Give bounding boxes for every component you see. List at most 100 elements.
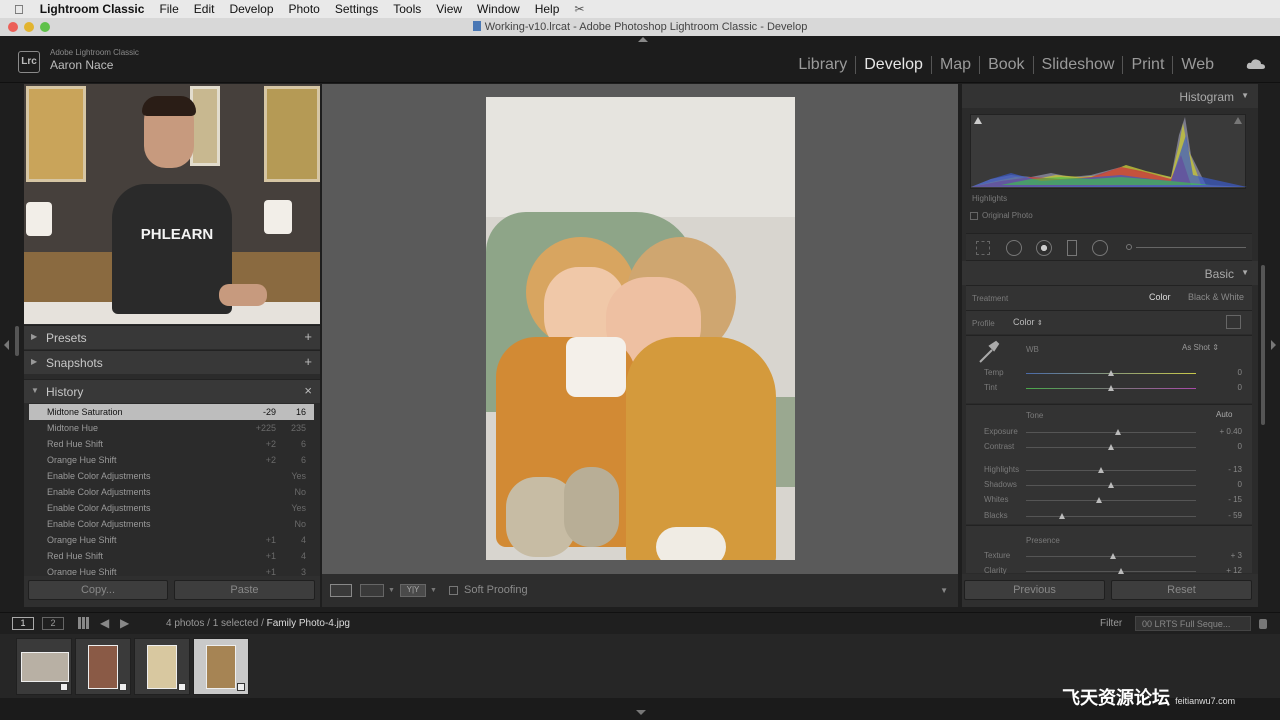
profile-dropdown[interactable]: Color ⇕ [1013,317,1043,327]
main-photo[interactable] [486,97,795,560]
menu-window[interactable]: Window [477,2,520,16]
history-step[interactable]: Red Hue Shift +2 6 [29,436,314,452]
history-step-delta: +2 [265,439,276,449]
module-library[interactable]: Library [790,56,855,74]
toolbar-options-icon[interactable]: ▼ [940,586,948,595]
module-map[interactable]: Map [930,56,979,74]
collapse-left-panel-icon[interactable] [4,340,9,350]
graduated-filter-icon[interactable] [1067,240,1077,256]
filmstrip-thumb-2[interactable] [75,638,131,695]
basic-header[interactable]: Basic ▼ [962,261,1258,285]
filmstrip-thumb-3[interactable] [134,638,190,695]
collapse-history-icon[interactable]: ▼ [31,386,39,395]
module-print[interactable]: Print [1122,56,1172,74]
menu-settings[interactable]: Settings [335,2,378,16]
red-eye-icon[interactable] [1036,240,1052,256]
add-snapshot-icon[interactable]: + [304,354,312,369]
soft-proofing-checkbox[interactable] [449,586,458,595]
clear-history-icon[interactable]: × [304,383,312,398]
histogram-collapse-icon[interactable]: ▼ [1241,91,1249,100]
brush-icon[interactable] [1126,244,1132,250]
history-step[interactable]: Enable Color Adjustments Yes [29,468,314,484]
yy-view-icon[interactable]: Y|Y [400,584,426,597]
collapse-filmstrip-icon[interactable] [636,710,646,715]
treatment-bw-option[interactable]: Black & White [1188,292,1244,302]
menu-file[interactable]: File [159,2,178,16]
history-step[interactable]: Orange Hue Shift +2 6 [29,452,314,468]
presets-header[interactable]: ▶ Presets + [24,325,320,349]
crop-tool-icon[interactable] [976,241,990,255]
filter-lock-icon[interactable] [1259,619,1267,629]
collapse-right-panel-icon[interactable] [1271,340,1276,350]
back-arrow-icon[interactable]: ◀ [100,616,109,630]
spot-removal-icon[interactable] [1006,240,1022,256]
profile-browser-icon[interactable] [1226,315,1241,329]
scissors-icon[interactable]: ✂ [574,2,584,16]
histogram-header[interactable]: Histogram ▼ [962,84,1258,108]
left-scrollbar[interactable] [15,326,19,356]
apple-icon[interactable]:  [14,2,24,17]
right-panel: Histogram ▼ Highlights Original Photo Ba… [962,84,1258,607]
treatment-color-option[interactable]: Color [1149,292,1171,302]
thumb-image-4 [206,645,236,689]
tone-auto-button[interactable]: Auto [1216,410,1232,419]
histogram[interactable] [970,114,1247,189]
menu-help[interactable]: Help [535,2,560,16]
highlight-clipping-icon[interactable] [1234,117,1242,124]
radial-filter-icon[interactable] [1092,240,1108,256]
module-web[interactable]: Web [1172,56,1222,74]
image-canvas[interactable] [322,84,958,574]
before-after-icon[interactable] [360,584,384,597]
paste-button[interactable]: Paste [174,580,315,600]
previous-button[interactable]: Previous [964,580,1105,600]
add-preset-icon[interactable]: + [304,329,312,344]
module-develop[interactable]: Develop [855,56,931,74]
filmstrip-thumb-4[interactable] [193,638,249,695]
wb-eyedropper-icon[interactable] [976,340,1000,364]
history-step[interactable]: Enable Color Adjustments No [29,516,314,532]
history-step[interactable]: Midtone Saturation -29 16 [29,404,314,420]
basic-collapse-icon[interactable]: ▼ [1241,268,1249,277]
expand-presets-icon[interactable]: ▶ [31,332,37,341]
shadow-clipping-icon[interactable] [974,117,982,124]
history-step-name: Enable Color Adjustments [47,503,151,513]
forward-arrow-icon[interactable]: ▶ [120,616,129,630]
main-window-button[interactable]: 1 [12,617,34,630]
expand-snapshots-icon[interactable]: ▶ [31,357,37,366]
loupe-view-icon[interactable] [330,584,352,597]
before-after-dropdown-icon[interactable]: ▼ [388,587,395,594]
module-slideshow[interactable]: Slideshow [1032,56,1123,74]
history-step[interactable]: Red Hue Shift +1 4 [29,548,314,564]
grid-view-icon[interactable] [78,617,90,629]
wb-dropdown[interactable]: As Shot ⇕ [1182,343,1219,352]
reset-button[interactable]: Reset [1111,580,1252,600]
yy-dropdown-icon[interactable]: ▼ [430,587,437,594]
history-step[interactable]: Enable Color Adjustments Yes [29,500,314,516]
filmstrip-thumb-1[interactable] [16,638,72,695]
right-scrollbar[interactable] [1261,265,1265,425]
menu-view[interactable]: View [436,2,462,16]
snapshots-header[interactable]: ▶ Snapshots + [24,350,320,374]
history-step[interactable]: Enable Color Adjustments No [29,484,314,500]
history-step-name: Midtone Saturation [47,407,123,417]
history-header[interactable]: ▼ History × [24,379,320,403]
filter-dropdown[interactable]: 00 LRTS Full Seque... [1135,616,1251,631]
app-menu[interactable]: Lightroom Classic [40,2,145,16]
history-step[interactable]: Orange Hue Shift +1 4 [29,532,314,548]
menu-photo[interactable]: Photo [289,2,320,16]
history-step-value: 4 [300,535,306,545]
menu-develop[interactable]: Develop [229,2,273,16]
second-window-button[interactable]: 2 [42,617,64,630]
menu-edit[interactable]: Edit [194,2,215,16]
brush-slider[interactable] [1136,247,1246,248]
menu-tools[interactable]: Tools [393,2,421,16]
history-step[interactable]: Midtone Hue +225 235 [29,420,314,436]
history-step[interactable]: Orange Hue Shift +1 3 [29,564,314,575]
history-step-delta: +2 [265,455,276,465]
module-book[interactable]: Book [979,56,1032,74]
original-photo-checkbox[interactable] [970,212,978,220]
copy-button[interactable]: Copy... [28,580,168,600]
collapse-top-panel-icon[interactable] [638,37,648,42]
history-step-name: Orange Hue Shift [47,455,117,465]
cloud-icon[interactable] [1246,58,1266,70]
